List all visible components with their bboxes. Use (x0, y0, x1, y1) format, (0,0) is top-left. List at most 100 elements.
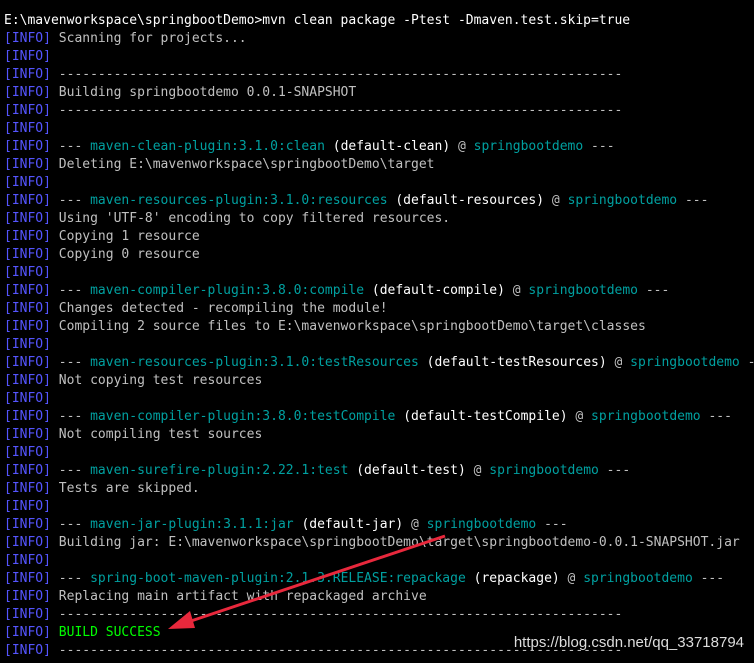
dash-suffix: --- (583, 139, 615, 154)
dash-suffix: --- (700, 409, 732, 424)
dash-prefix: --- (58, 193, 91, 208)
plugin-goal: maven-surefire-plugin:2.22.1:test (90, 463, 349, 478)
project-name: springbootdemo (426, 517, 537, 532)
execution-id: (default-testCompile) (403, 409, 568, 424)
log-message: Copying 1 resource (58, 229, 200, 244)
log-line: [INFO] Deleting E:\mavenworkspace\spring… (4, 156, 754, 174)
info-tag: [INFO] (4, 301, 51, 316)
at-sign: @ (567, 409, 592, 424)
log-line: [INFO] (4, 264, 754, 282)
dash-suffix: --- (638, 283, 670, 298)
project-name: springbootdemo (583, 571, 693, 586)
info-tag: [INFO] (4, 409, 51, 424)
log-message: Not compiling test sources (58, 427, 263, 442)
log-line: [INFO] (4, 498, 754, 516)
log-line: [INFO] Changes detected - recompiling th… (4, 300, 754, 318)
log-line: [INFO] Using 'UTF-8' encoding to copy fi… (4, 210, 754, 228)
dash-prefix: --- (58, 517, 91, 532)
info-tag: [INFO] (4, 445, 51, 460)
info-tag: [INFO] (4, 463, 51, 478)
log-message: Tests are skipped. (58, 481, 200, 496)
terminal-window[interactable]: E:\mavenworkspace\springbootDemo>mvn cle… (0, 0, 754, 663)
log-line: [INFO] (4, 48, 754, 66)
plugin-execution-line: [INFO] --- maven-clean-plugin:3.1.0:clea… (4, 138, 754, 156)
project-name: springbootdemo (489, 463, 599, 478)
info-tag: [INFO] (4, 193, 51, 208)
info-tag: [INFO] (4, 499, 51, 514)
info-tag: [INFO] (4, 85, 51, 100)
log-line: [INFO] Scanning for projects... (4, 30, 754, 48)
info-tag: [INFO] (4, 391, 51, 406)
dash-prefix: --- (58, 463, 91, 478)
prompt-path: E:\mavenworkspace\springbootDemo> (4, 13, 263, 28)
info-tag: [INFO] (4, 265, 51, 280)
plugin-execution-line: [INFO] --- spring-boot-maven-plugin:2.1.… (4, 570, 754, 588)
dash-suffix: --- (677, 193, 709, 208)
info-tag: [INFO] (4, 49, 51, 64)
info-tag: [INFO] (4, 229, 51, 244)
log-line: [INFO] (4, 552, 754, 570)
info-tag: [INFO] (4, 553, 51, 568)
dash-suffix: --- (692, 571, 725, 586)
info-tag: [INFO] (4, 157, 51, 172)
dash-suffix: --- (536, 517, 568, 532)
log-message: Using 'UTF-8' encoding to copy filtered … (58, 211, 451, 226)
at-sign: @ (606, 355, 631, 370)
log-message: Building springbootdemo 0.0.1-SNAPSHOT (58, 85, 357, 100)
plugin-execution-line: [INFO] --- maven-jar-plugin:3.1.1:jar (d… (4, 516, 754, 534)
log-line: [INFO] Copying 1 resource (4, 228, 754, 246)
info-tag: [INFO] (4, 625, 51, 640)
watermark: https://blog.csdn.net/qq_33718794 (513, 634, 744, 651)
execution-id: (default-resources) (395, 193, 545, 208)
plugin-execution-line: [INFO] --- maven-resources-plugin:3.1.0:… (4, 354, 754, 372)
at-sign: @ (559, 571, 584, 586)
typed-command: mvn clean package -Ptest -Dmaven.test.sk… (262, 13, 631, 28)
log-line: [INFO] Not compiling test sources (4, 426, 754, 444)
dash-prefix: --- (58, 409, 91, 424)
log-line: [INFO] Compiling 2 source files to E:\ma… (4, 318, 754, 336)
project-name: springbootdemo (473, 139, 584, 154)
command-prompt-line: E:\mavenworkspace\springbootDemo>mvn cle… (4, 12, 754, 30)
plugin-execution-line: [INFO] --- maven-compiler-plugin:3.8.0:c… (4, 282, 754, 300)
execution-id: (default-jar) (301, 517, 404, 532)
log-message: Deleting E:\mavenworkspace\springbootDem… (58, 157, 435, 172)
at-sign: @ (403, 517, 427, 532)
log-line: [INFO] Replacing main artifact with repa… (4, 588, 754, 606)
log-line: [INFO] (4, 174, 754, 192)
project-name: springbootdemo (591, 409, 701, 424)
log-line: [INFO] (4, 444, 754, 462)
plugin-goal: maven-clean-plugin:3.1.0:clean (90, 139, 325, 154)
log-line: [INFO] Copying 0 resource (4, 246, 754, 264)
log-message: Changes detected - recompiling the modul… (58, 301, 388, 316)
info-tag: [INFO] (4, 139, 51, 154)
log-message: Scanning for projects... (58, 31, 247, 46)
dash-prefix: --- (58, 355, 91, 370)
log-line: [INFO] Tests are skipped. (4, 480, 754, 498)
log-line: [INFO] Building springbootdemo 0.0.1-SNA… (4, 84, 754, 102)
plugin-goal: spring-boot-maven-plugin:2.1.3.RELEASE:r… (90, 571, 466, 586)
info-tag: [INFO] (4, 337, 51, 352)
info-tag: [INFO] (4, 103, 51, 118)
info-tag: [INFO] (4, 481, 51, 496)
build-output: [INFO] Scanning for projects... [INFO] [I… (4, 30, 754, 660)
plugin-goal: maven-compiler-plugin:3.8.0:compile (90, 283, 365, 298)
separator-rule: ----------------------------------------… (58, 103, 623, 118)
build-status: BUILD SUCCESS (58, 625, 161, 640)
info-tag: [INFO] (4, 355, 51, 370)
dash-prefix: --- (58, 139, 91, 154)
info-tag: [INFO] (4, 373, 51, 388)
at-sign: @ (465, 463, 490, 478)
dash-prefix: --- (58, 571, 91, 586)
info-tag: [INFO] (4, 121, 51, 136)
project-name: springbootdemo (630, 355, 740, 370)
dash-prefix: --- (58, 283, 91, 298)
plugin-goal: maven-compiler-plugin:3.8.0:testCompile (90, 409, 396, 424)
execution-id: (repackage) (473, 571, 560, 586)
log-message: Not copying test resources (58, 373, 263, 388)
info-tag: [INFO] (4, 175, 51, 190)
log-message: Building jar: E:\mavenworkspace\springbo… (58, 535, 740, 550)
execution-id: (default-compile) (371, 283, 505, 298)
info-tag: [INFO] (4, 571, 51, 586)
log-line: [INFO] (4, 390, 754, 408)
info-tag: [INFO] (4, 211, 51, 226)
